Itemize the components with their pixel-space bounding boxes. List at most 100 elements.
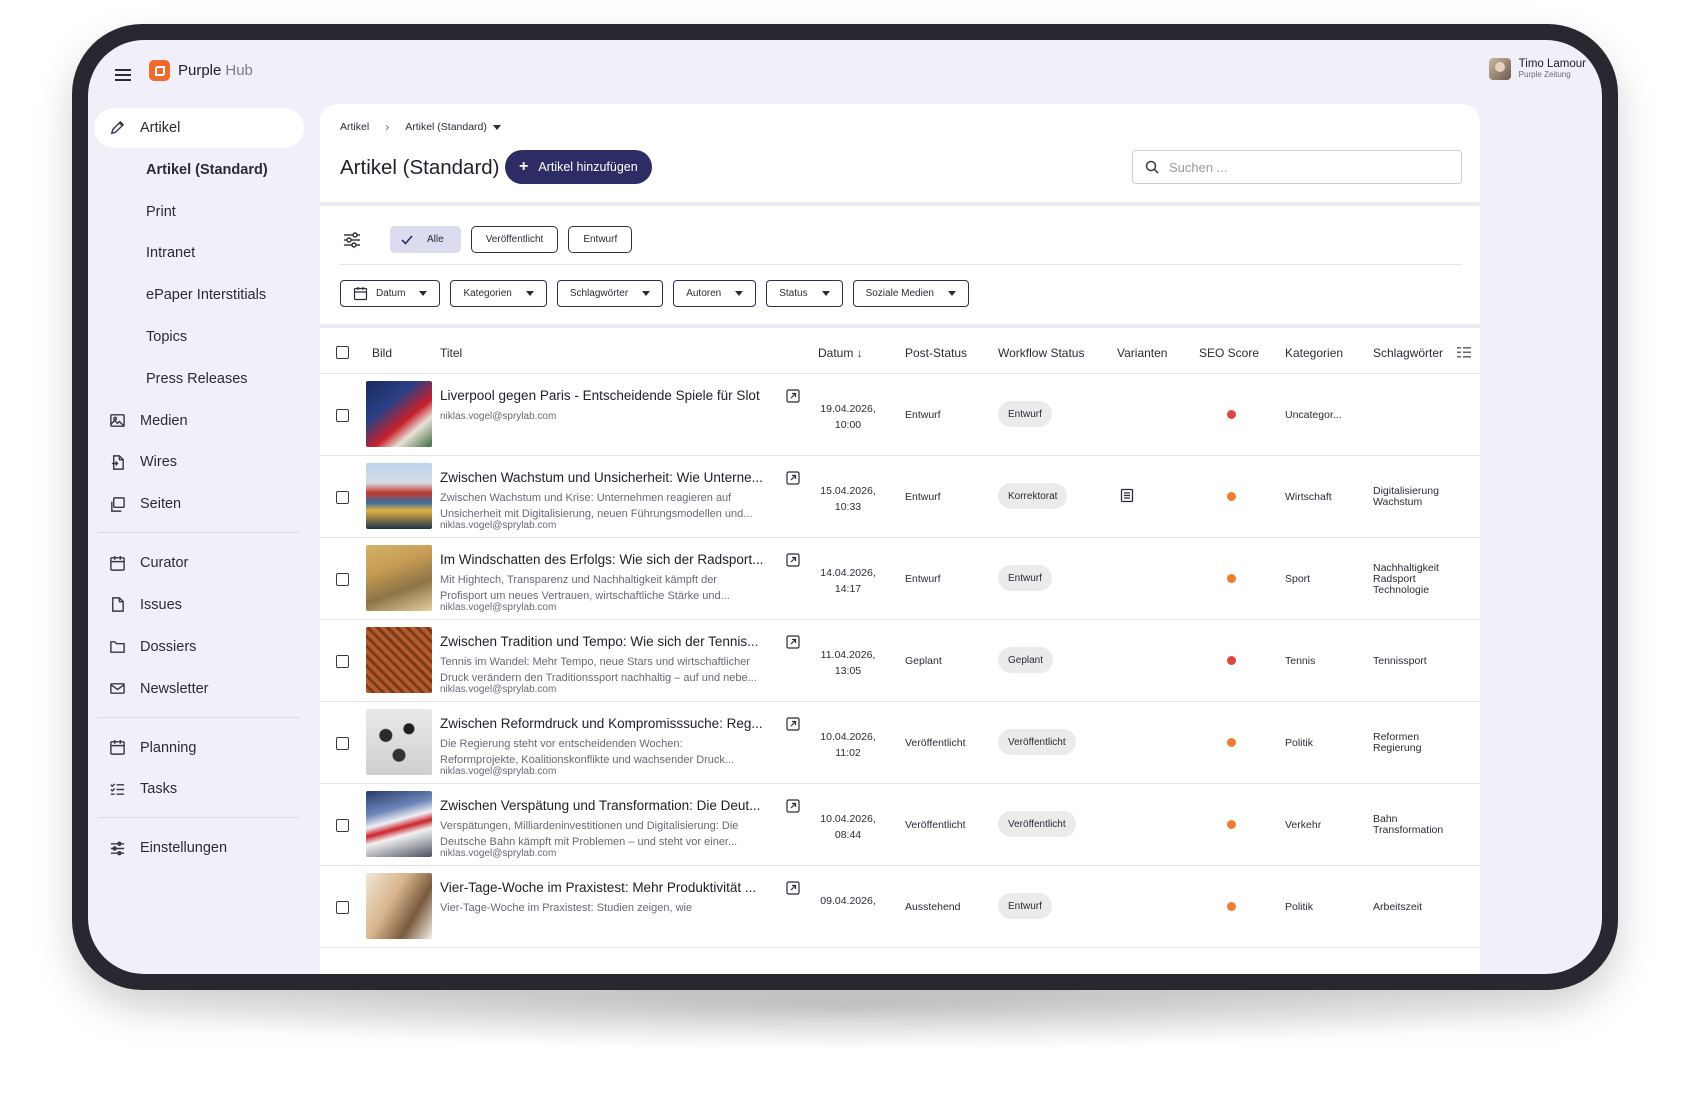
sidebar-item-print[interactable]: Print bbox=[94, 192, 304, 232]
brand[interactable]: Purple Hub bbox=[149, 60, 253, 81]
sidebar-item-seiten[interactable]: Seiten bbox=[94, 484, 304, 524]
sidebar-item-planning[interactable]: Planning bbox=[94, 728, 304, 768]
sidebar-item-curator[interactable]: Curator bbox=[94, 543, 304, 583]
table-row[interactable]: Liverpool gegen Paris - Entscheidende Sp… bbox=[320, 374, 1480, 456]
filter-pill-ver-ffentlicht[interactable]: Veröffentlicht bbox=[470, 226, 559, 253]
table-header: Bild Titel Datum ↓ Post-Status Workflow … bbox=[320, 332, 1480, 374]
column-settings-icon[interactable] bbox=[1457, 346, 1471, 359]
column-header-datum[interactable]: Datum ↓ bbox=[818, 346, 863, 360]
sidebar-item-medien[interactable]: Medien bbox=[94, 401, 304, 441]
article-title[interactable]: Zwischen Reformdruck und Kompromisssuche… bbox=[440, 716, 780, 731]
sidebar-item-label: Einstellungen bbox=[140, 840, 228, 857]
workflow-status-badge[interactable]: Entwurf bbox=[998, 893, 1052, 919]
article-thumbnail[interactable] bbox=[366, 791, 432, 857]
column-header-kategorien[interactable]: Kategorien bbox=[1285, 346, 1343, 360]
workflow-status-badge[interactable]: Entwurf bbox=[998, 401, 1052, 427]
sidebar-item-artikel[interactable]: Artikel bbox=[94, 108, 304, 148]
row-checkbox[interactable] bbox=[336, 819, 349, 832]
sidebar-item-newsletter[interactable]: Newsletter bbox=[94, 669, 304, 709]
column-header-schlagwoerter[interactable]: Schlagwörter bbox=[1373, 346, 1443, 360]
sidebar-item-dossiers[interactable]: Dossiers bbox=[94, 627, 304, 667]
article-title[interactable]: Zwischen Tradition und Tempo: Wie sich d… bbox=[440, 634, 780, 649]
table-row[interactable]: Zwischen Wachstum und Unsicherheit: Wie … bbox=[320, 456, 1480, 538]
sidebar-item-artikel-standard[interactable]: Artikel (Standard) bbox=[94, 150, 304, 190]
column-header-workflow-status[interactable]: Workflow Status bbox=[998, 346, 1084, 360]
filter-dropdown-schlagw-rter[interactable]: Schlagwörter bbox=[556, 280, 664, 307]
article-thumbnail[interactable] bbox=[366, 873, 432, 939]
workflow-status-badge[interactable]: Veröffentlicht bbox=[998, 811, 1076, 837]
filter-pill-entwurf[interactable]: Entwurf bbox=[568, 226, 633, 253]
article-date: 09.04.2026, bbox=[818, 893, 878, 909]
tag: Transformation bbox=[1373, 824, 1444, 836]
column-header-varianten[interactable]: Varianten bbox=[1117, 346, 1167, 360]
search-input[interactable] bbox=[1169, 159, 1429, 175]
row-checkbox[interactable] bbox=[336, 655, 349, 668]
sidebar-item-einstellungen[interactable]: Einstellungen bbox=[94, 828, 304, 868]
row-checkbox[interactable] bbox=[336, 901, 349, 914]
sidebar-item-tasks[interactable]: Tasks bbox=[94, 769, 304, 809]
caret-down-icon bbox=[821, 291, 830, 296]
external-link-icon[interactable] bbox=[786, 635, 800, 649]
workflow-status-badge[interactable]: Korrektorat bbox=[998, 483, 1068, 509]
row-checkbox[interactable] bbox=[336, 573, 349, 586]
workflow-status-badge[interactable]: Entwurf bbox=[998, 565, 1052, 591]
article-thumbnail[interactable] bbox=[366, 709, 432, 775]
sidebar-item-topics[interactable]: Topics bbox=[94, 317, 304, 357]
row-checkbox[interactable] bbox=[336, 737, 349, 750]
external-link-icon[interactable] bbox=[786, 553, 800, 567]
breadcrumb-current[interactable]: Artikel (Standard) bbox=[405, 121, 501, 133]
row-checkbox[interactable] bbox=[336, 409, 349, 422]
column-header-post-status[interactable]: Post-Status bbox=[905, 346, 967, 360]
sidebar-item-wires[interactable]: Wires bbox=[94, 442, 304, 482]
table-row[interactable]: Zwischen Reformdruck und Kompromisssuche… bbox=[320, 702, 1480, 784]
user-menu[interactable]: Timo Lamour Purple Zeitung bbox=[1488, 58, 1586, 80]
filter-dropdown-soziale-medien[interactable]: Soziale Medien bbox=[852, 280, 969, 307]
filter-dropdown-status[interactable]: Status bbox=[766, 280, 843, 307]
table-row[interactable]: Vier-Tage-Woche im Praxistest: Mehr Prod… bbox=[320, 866, 1480, 948]
article-thumbnail[interactable] bbox=[366, 463, 432, 529]
tag: Regierung bbox=[1373, 742, 1422, 754]
select-all-checkbox[interactable] bbox=[336, 346, 349, 359]
table-row[interactable]: Zwischen Tradition und Tempo: Wie sich d… bbox=[320, 620, 1480, 702]
article-date: 10.04.2026, 11:02 bbox=[818, 729, 878, 761]
table-row[interactable]: Im Windschatten des Erfolgs: Wie sich de… bbox=[320, 538, 1480, 620]
menu-icon[interactable] bbox=[110, 62, 136, 88]
user-org: Purple Zeitung bbox=[1518, 70, 1571, 79]
row-checkbox[interactable] bbox=[336, 491, 349, 504]
article-thumbnail[interactable] bbox=[366, 381, 432, 447]
table-row[interactable]: Zwischen Verspätung und Transformation: … bbox=[320, 784, 1480, 866]
filter-dropdown-autoren[interactable]: Autoren bbox=[673, 280, 757, 307]
sidebar-item-issues[interactable]: Issues bbox=[94, 585, 304, 625]
article-thumbnail[interactable] bbox=[366, 545, 432, 611]
column-header-titel[interactable]: Titel bbox=[440, 346, 462, 360]
article-date-time: 11:02 bbox=[835, 747, 861, 759]
sidebar-item-press-releases[interactable]: Press Releases bbox=[94, 359, 304, 399]
variant-document-icon[interactable] bbox=[1120, 488, 1134, 503]
article-title[interactable]: Zwischen Wachstum und Unsicherheit: Wie … bbox=[440, 470, 780, 485]
column-header-seo-score[interactable]: SEO Score bbox=[1199, 346, 1259, 360]
sidebar-item-label: Press Releases bbox=[146, 370, 248, 387]
sidebar-item-epaper-interstitials[interactable]: ePaper Interstitials bbox=[94, 275, 304, 315]
workflow-status-badge[interactable]: Veröffentlicht bbox=[998, 729, 1076, 755]
filter-dropdown-kategorien[interactable]: Kategorien bbox=[450, 280, 547, 307]
filter-dropdown-datum[interactable]: Datum bbox=[340, 280, 441, 307]
external-link-icon[interactable] bbox=[786, 717, 800, 731]
filter-settings-icon[interactable] bbox=[340, 228, 364, 252]
external-link-icon[interactable] bbox=[786, 881, 800, 895]
tag: Nachhaltigkeit bbox=[1373, 561, 1439, 574]
article-title[interactable]: Zwischen Verspätung und Transformation: … bbox=[440, 798, 780, 813]
filter-dropdown-label: Datum bbox=[376, 288, 406, 299]
sidebar-item-intranet[interactable]: Intranet bbox=[94, 233, 304, 273]
filter-pill-alle[interactable]: Alle bbox=[390, 226, 461, 253]
breadcrumb-root[interactable]: Artikel bbox=[340, 121, 369, 133]
external-link-icon[interactable] bbox=[786, 799, 800, 813]
external-link-icon[interactable] bbox=[786, 471, 800, 485]
external-link-icon[interactable] bbox=[786, 389, 800, 403]
article-teaser: Die Regierung steht vor entscheidenden W… bbox=[440, 736, 808, 768]
article-thumbnail[interactable] bbox=[366, 627, 432, 693]
article-title[interactable]: Liverpool gegen Paris - Entscheidende Sp… bbox=[440, 388, 780, 403]
workflow-status-badge[interactable]: Geplant bbox=[998, 647, 1054, 673]
article-title[interactable]: Vier-Tage-Woche im Praxistest: Mehr Prod… bbox=[440, 880, 780, 895]
add-article-button[interactable]: + Artikel hinzufügen bbox=[505, 150, 652, 184]
article-title[interactable]: Im Windschatten des Erfolgs: Wie sich de… bbox=[440, 552, 780, 567]
